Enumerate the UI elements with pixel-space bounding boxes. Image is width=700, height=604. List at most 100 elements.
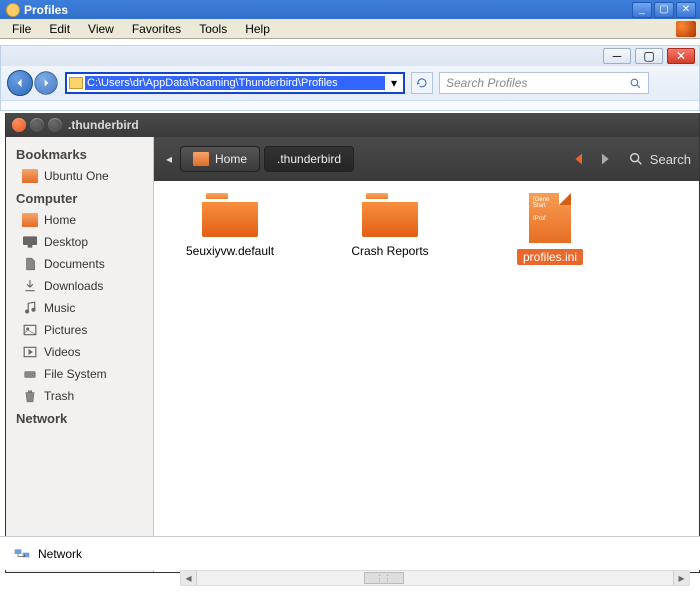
menu-tools[interactable]: Tools — [191, 20, 235, 38]
file-preview-line: IProf — [533, 216, 567, 222]
pathbar-crumb-current[interactable]: .thunderbird — [264, 146, 354, 172]
sidebar-item-filesystem[interactable]: File System — [6, 363, 153, 385]
sidebar-item-label: Ubuntu One — [44, 169, 109, 183]
disk-icon — [22, 367, 38, 381]
menu-view[interactable]: View — [80, 20, 122, 38]
pathbar-label: .thunderbird — [277, 152, 341, 166]
address-dropdown[interactable]: ▾ — [387, 76, 401, 90]
pathbar-chevron-left[interactable]: ◂ — [162, 152, 176, 166]
winxp-menubar: File Edit View Favorites Tools Help — [0, 19, 700, 39]
app-icon — [6, 3, 20, 17]
videos-icon — [22, 345, 38, 359]
sidebar-item-trash[interactable]: Trash — [6, 385, 153, 407]
explorer-chrome: ─ ▢ ✕ — [1, 46, 699, 66]
back-button[interactable] — [7, 70, 33, 96]
sidebar-item-videos[interactable]: Videos — [6, 341, 153, 363]
sidebar-item-label: Trash — [44, 389, 74, 403]
nautilus-title: .thunderbird — [68, 118, 139, 132]
sidebar-item-downloads[interactable]: Downloads — [6, 275, 153, 297]
forward-button[interactable] — [34, 71, 57, 94]
menu-edit[interactable]: Edit — [41, 20, 78, 38]
folder-icon — [362, 193, 418, 237]
nautilus-window: .thunderbird Bookmarks Ubuntu One Comput… — [5, 113, 700, 573]
nautilus-minimize-button[interactable] — [30, 118, 44, 132]
explorer-navbar: C:\Users\dr\AppData\Roaming\Thunderbird\… — [1, 66, 699, 100]
sidebar-item-home[interactable]: Home — [6, 209, 153, 231]
refresh-icon — [416, 77, 428, 89]
nav-back-icon[interactable] — [568, 151, 588, 167]
nautilus-search-button[interactable]: Search — [628, 151, 691, 167]
file-label: profiles.ini — [517, 249, 583, 265]
explorer-body — [1, 100, 699, 110]
sidebar-item-label: Videos — [44, 345, 80, 359]
scroll-track[interactable]: ⋮⋮ — [197, 571, 673, 585]
nautilus-close-button[interactable] — [12, 118, 26, 132]
horizontal-scrollbar[interactable]: ◂ ⋮⋮ ▸ — [180, 570, 690, 586]
nautilus-sidebar[interactable]: Bookmarks Ubuntu One Computer Home Deskt… — [6, 137, 154, 572]
explorer-maximize-button[interactable]: ▢ — [635, 48, 663, 64]
arrow-right-icon — [41, 78, 52, 89]
ubuntu-one-icon — [22, 169, 38, 183]
sidebar-item-ubuntu-one[interactable]: Ubuntu One — [6, 165, 153, 187]
file-item[interactable]: Crash Reports — [330, 193, 450, 259]
arrow-left-icon — [14, 77, 26, 89]
sidebar-item-label: Pictures — [44, 323, 87, 337]
explorer-minimize-button[interactable]: ─ — [603, 48, 631, 64]
network-label: Network — [38, 547, 82, 561]
winxp-titlebar: Profiles _ ▢ ✕ — [0, 0, 700, 19]
maximize-button[interactable]: ▢ — [654, 2, 674, 18]
window-title: Profiles — [4, 3, 632, 17]
folder-icon — [69, 77, 83, 89]
scroll-thumb[interactable]: ⋮⋮ — [364, 572, 404, 584]
search-input[interactable]: Search Profiles — [439, 72, 649, 94]
window-title-text: Profiles — [24, 3, 68, 17]
ini-file-icon: [Gene Start IProf — [529, 193, 571, 243]
menu-favorites[interactable]: Favorites — [124, 20, 189, 38]
sidebar-item-documents[interactable]: Documents — [6, 253, 153, 275]
nautilus-pathbar: ◂ Home .thunderbird — [154, 137, 699, 181]
sidebar-header-network: Network — [6, 407, 153, 429]
sidebar-header-bookmarks: Bookmarks — [6, 143, 153, 165]
sidebar-item-label: Music — [44, 301, 75, 315]
menu-help[interactable]: Help — [237, 20, 278, 38]
nautilus-content[interactable]: 5euxiyvw.default Crash Reports [Gene Sta… — [154, 181, 699, 572]
sidebar-item-label: File System — [44, 367, 107, 381]
minimize-button[interactable]: _ — [632, 2, 652, 18]
sidebar-item-desktop[interactable]: Desktop — [6, 231, 153, 253]
search-icon — [628, 151, 644, 167]
file-item[interactable]: [Gene Start IProf profiles.ini — [490, 193, 610, 265]
music-icon — [22, 301, 38, 315]
home-icon — [22, 213, 38, 227]
close-button[interactable]: ✕ — [676, 2, 696, 18]
file-preview-line: Start — [533, 203, 567, 209]
sidebar-item-label: Documents — [44, 257, 105, 271]
sidebar-item-pictures[interactable]: Pictures — [6, 319, 153, 341]
nautilus-titlebar[interactable]: .thunderbird — [6, 113, 699, 137]
sidebar-item-label: Downloads — [44, 279, 103, 293]
sidebar-item-label: Desktop — [44, 235, 88, 249]
pathbar-crumb-home[interactable]: Home — [180, 146, 260, 172]
search-placeholder: Search Profiles — [446, 76, 629, 90]
nautilus-maximize-button[interactable] — [48, 118, 62, 132]
file-label: 5euxiyvw.default — [180, 243, 280, 259]
refresh-button[interactable] — [411, 72, 433, 94]
sidebar-item-music[interactable]: Music — [6, 297, 153, 319]
sidebar-item-label: Home — [44, 213, 76, 227]
explorer-close-button[interactable]: ✕ — [667, 48, 695, 64]
file-item[interactable]: 5euxiyvw.default — [170, 193, 290, 259]
explorer-window: ─ ▢ ✕ C:\Users\dr\AppData\Roaming\Thunde… — [0, 45, 700, 111]
ie-logo-icon — [676, 21, 696, 37]
scroll-right-button[interactable]: ▸ — [673, 571, 689, 585]
home-folder-icon — [193, 152, 209, 166]
scroll-left-button[interactable]: ◂ — [181, 571, 197, 585]
address-text[interactable]: C:\Users\dr\AppData\Roaming\Thunderbird\… — [85, 76, 385, 90]
address-bar[interactable]: C:\Users\dr\AppData\Roaming\Thunderbird\… — [65, 72, 405, 94]
pathbar-label: Home — [215, 152, 247, 166]
file-label: Crash Reports — [345, 243, 434, 259]
nav-forward-icon[interactable] — [596, 151, 616, 167]
desktop-icon — [22, 235, 38, 249]
trash-icon — [22, 389, 38, 403]
explorer-nav-pane-item[interactable]: Network — [0, 536, 700, 570]
network-icon — [14, 547, 30, 561]
menu-file[interactable]: File — [4, 20, 39, 38]
